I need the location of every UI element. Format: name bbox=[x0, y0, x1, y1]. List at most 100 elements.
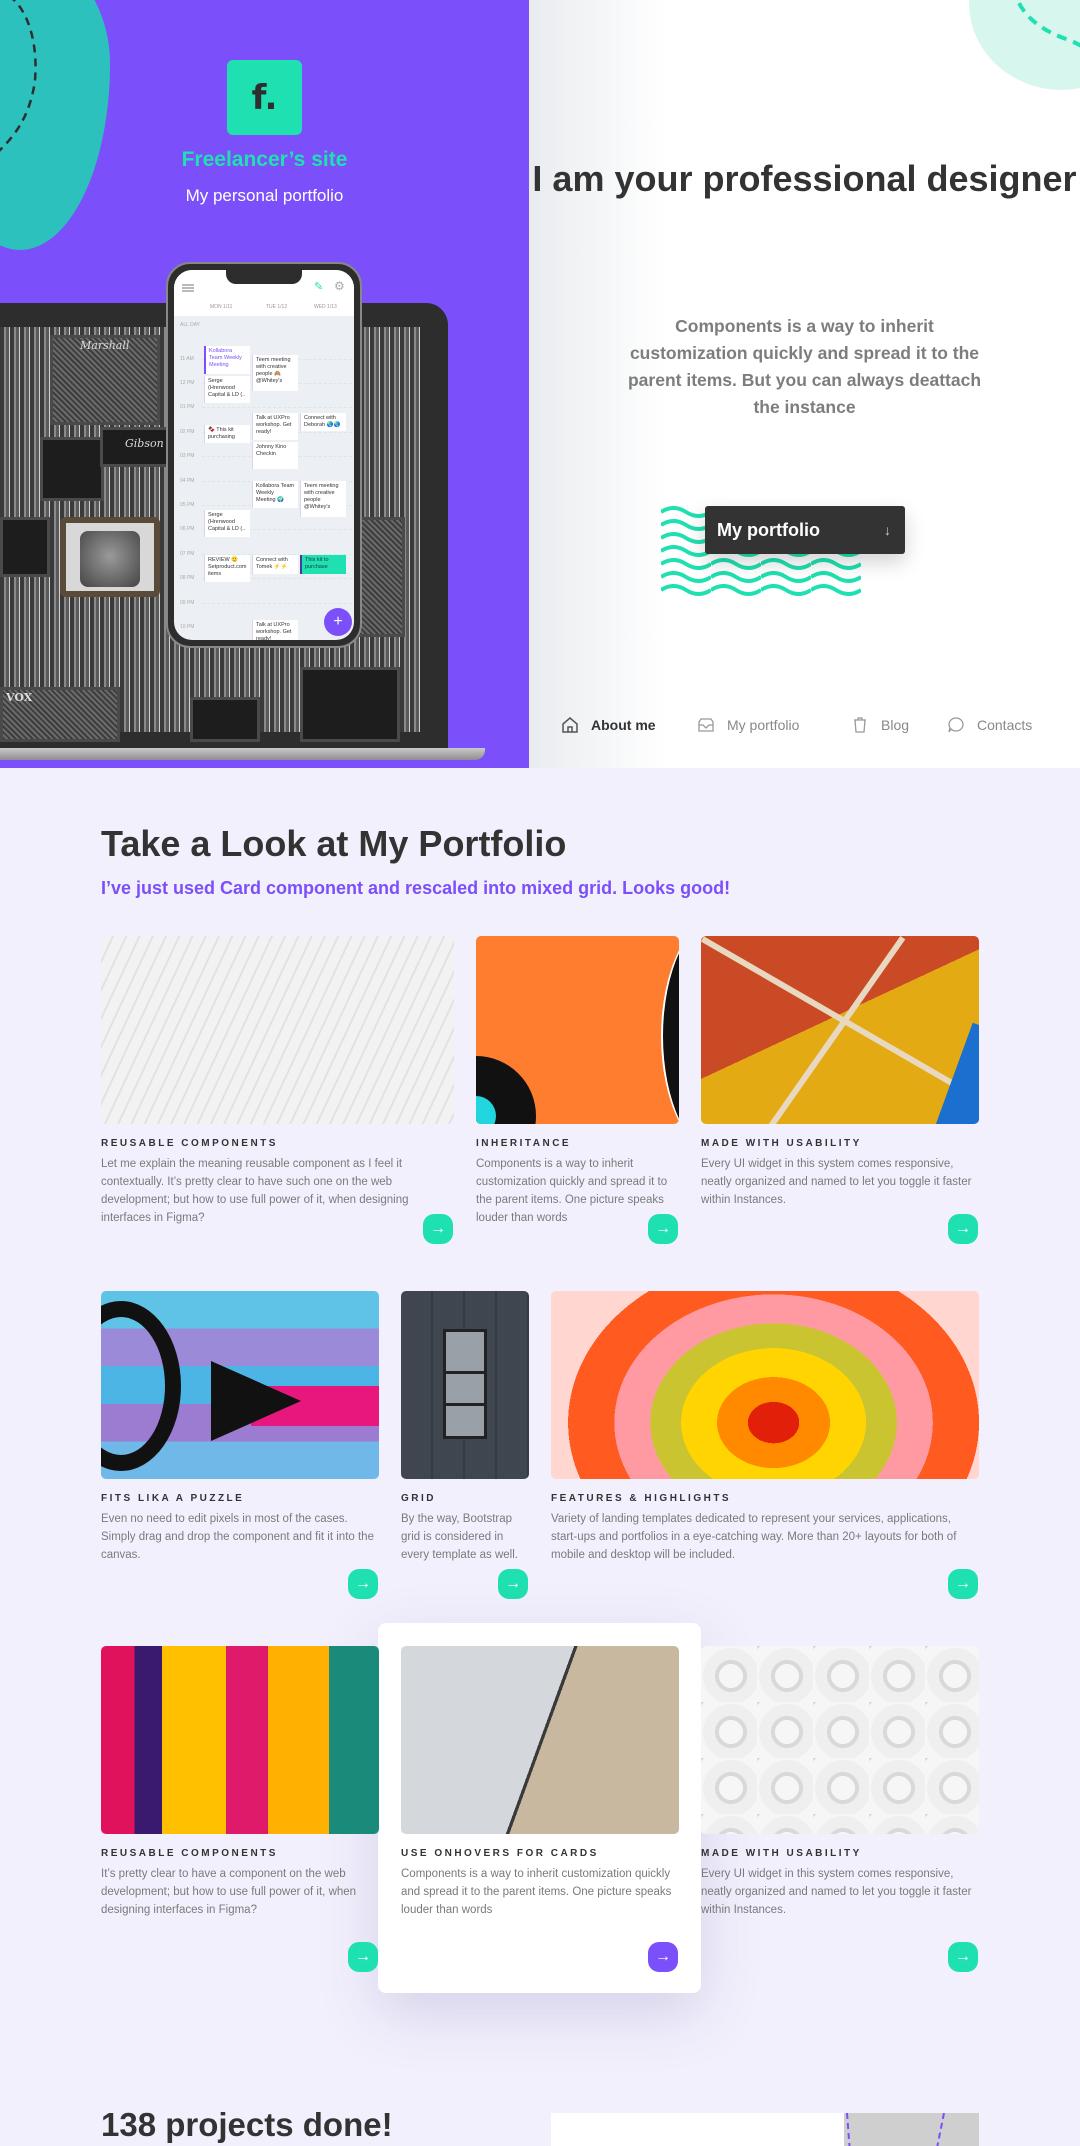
site-title: Freelancer’s site bbox=[181, 148, 348, 171]
hour-label: 03 PM bbox=[180, 453, 195, 459]
card-arrow-button[interactable]: → bbox=[948, 1942, 978, 1972]
nav-item-about-me[interactable]: About me bbox=[561, 716, 656, 734]
calendar-event[interactable]: Serge (Hrenwood Capital & LD (.. bbox=[204, 510, 250, 537]
card-title: USE ONHOVERS FOR CARDS bbox=[401, 1848, 599, 1859]
card-text: Every UI widget in this system comes res… bbox=[701, 1868, 972, 1916]
nav-label: Blog bbox=[881, 717, 910, 733]
card-title: REUSABLE COMPONENTS bbox=[101, 1848, 278, 1859]
hour-label: 09 PM bbox=[180, 600, 195, 606]
portfolio-section: Take a Look at My Portfolio I’ve just us… bbox=[0, 768, 1080, 2058]
card-image bbox=[476, 936, 679, 1124]
hour-label: 07 PM bbox=[180, 551, 195, 557]
card-arrow-button[interactable]: → bbox=[648, 1942, 678, 1972]
card-text: Let me explain the meaning reusable comp… bbox=[101, 1158, 409, 1224]
hour-label: 02 PM bbox=[180, 429, 195, 435]
card-title: FEATURES & HIGHLIGHTS bbox=[551, 1493, 732, 1504]
card-image bbox=[401, 1646, 679, 1834]
calendar-event[interactable]: Connect with Tomek ⚡⚡ bbox=[252, 555, 298, 574]
hero-headline: I am your professional designer bbox=[532, 158, 1077, 199]
card-arrow-button[interactable]: → bbox=[648, 1214, 678, 1244]
nav-label: About me bbox=[591, 717, 656, 733]
portfolio-card[interactable]: REUSABLE COMPONENTS Let me explain the m… bbox=[101, 936, 454, 1246]
my-portfolio-button[interactable]: My portfolio ↓ bbox=[705, 506, 905, 554]
portfolio-card[interactable]: FITS LIKA A PUZZLE Even no need to edit … bbox=[101, 1291, 379, 1601]
site-subtitle: My personal portfolio bbox=[185, 186, 344, 205]
section-title: Take a Look at My Portfolio bbox=[101, 823, 567, 864]
nav-item-blog[interactable]: Blog bbox=[851, 716, 909, 734]
card-text: Even no need to edit pixels in most of t… bbox=[101, 1513, 374, 1561]
card-arrow-button[interactable]: → bbox=[348, 1942, 378, 1972]
cta-label: My portfolio bbox=[717, 519, 820, 540]
hero-right-panel: I am your professional designer Componen… bbox=[529, 0, 1080, 768]
calendar-event[interactable]: Johnny Kino Checkin bbox=[252, 442, 298, 469]
hour-label: 04 PM bbox=[180, 478, 195, 484]
card-text: Components is a way to inherit customiza… bbox=[476, 1158, 668, 1224]
calendar-event-highlight[interactable]: This kit to purchase bbox=[300, 555, 346, 574]
add-event-button[interactable]: + bbox=[324, 608, 352, 636]
chat-icon bbox=[948, 717, 964, 733]
inbox-icon bbox=[698, 718, 714, 732]
calendar-event[interactable]: Teem meeting with creative people 🙈 @Whi… bbox=[252, 355, 298, 391]
card-title: MADE WITH USABILITY bbox=[701, 1138, 862, 1149]
portfolio-card[interactable]: INHERITANCE Components is a way to inher… bbox=[476, 936, 679, 1246]
card-arrow-button[interactable]: → bbox=[348, 1569, 378, 1599]
day-label: MON 1/11 bbox=[210, 304, 233, 310]
decorative-blob bbox=[0, 0, 110, 250]
calendar-event[interactable]: Serge (Hrenwood Capital & LD (.. bbox=[204, 376, 250, 403]
laptop-base bbox=[0, 748, 485, 760]
card-text: Components is a way to inherit customiza… bbox=[401, 1868, 672, 1916]
card-arrow-button[interactable]: → bbox=[948, 1214, 978, 1244]
calendar-event[interactable]: 🍫 This kit purchasing bbox=[204, 425, 250, 443]
nav-label: My portfolio bbox=[727, 717, 800, 733]
all-day-label: ALL DAY bbox=[180, 322, 201, 328]
day-label: TUE 1/12 bbox=[266, 304, 288, 310]
portfolio-card[interactable]: FEATURES & HIGHLIGHTS Variety of landing… bbox=[551, 1291, 979, 1601]
portfolio-card-hovered[interactable]: USE ONHOVERS FOR CARDS Components is a w… bbox=[401, 1646, 679, 1972]
logo[interactable]: f. bbox=[227, 60, 302, 135]
hour-label: 11 AM bbox=[180, 356, 194, 362]
pencil-icon[interactable]: ✎ bbox=[314, 280, 323, 293]
card-image bbox=[101, 1291, 379, 1479]
portfolio-card[interactable]: MADE WITH USABILITY Every UI widget in t… bbox=[701, 936, 979, 1246]
tv-image bbox=[60, 517, 160, 597]
portfolio-card[interactable]: GRID By the way, Bootstrap grid is consi… bbox=[401, 1291, 529, 1601]
section-subtitle: I’ve just used Card component and rescal… bbox=[101, 878, 731, 898]
calendar-event[interactable]: Talk at UXPro workshop. Get ready! bbox=[252, 620, 298, 640]
hour-label: 08 PM bbox=[180, 575, 195, 581]
card-arrow-button[interactable]: → bbox=[498, 1569, 528, 1599]
hero-description: Components is a way to inherit customiza… bbox=[627, 316, 982, 417]
card-title: MADE WITH USABILITY bbox=[701, 1848, 862, 1859]
calendar-event[interactable]: Connect with Deborah 🌏🌏 bbox=[300, 413, 346, 431]
card-image bbox=[701, 936, 979, 1124]
calendar-event[interactable]: Talk at UXPro workshop. Get ready! bbox=[252, 413, 298, 440]
card-image bbox=[101, 1646, 379, 1834]
calendar-event[interactable]: REVIEW 🙂 Setproduct.com items bbox=[204, 555, 250, 582]
phone-mockup: ✎ ⚙ MON 1/11 TUE 1/12 WED 1/13 ALL DAY 1… bbox=[166, 262, 362, 648]
day-label: WED 1/13 bbox=[314, 304, 337, 310]
calendar-event[interactable]: Kollabora Team Weekly Meeting 🌍 bbox=[252, 481, 298, 508]
card-image bbox=[101, 936, 454, 1124]
hamburger-menu-icon[interactable] bbox=[182, 284, 194, 292]
portfolio-card[interactable]: REUSABLE COMPONENTS It’s pretty clear to… bbox=[101, 1646, 379, 1972]
page: f. Freelancer’s site My personal portfol… bbox=[0, 0, 1080, 2146]
portfolio-card[interactable]: MADE WITH USABILITY Every UI widget in t… bbox=[701, 1646, 979, 1972]
hour-label: 06 PM bbox=[180, 526, 195, 532]
calendar-event[interactable]: Teem meeting with creative people @White… bbox=[300, 481, 346, 517]
nav-item-my-portfolio[interactable]: My portfolio bbox=[697, 716, 799, 734]
card-arrow-button[interactable]: → bbox=[948, 1569, 978, 1599]
card-image bbox=[701, 1646, 979, 1834]
calendar-event[interactable]: Kollabora Team Weekly Meeting bbox=[204, 346, 250, 374]
calendar-app-screen: ✎ ⚙ MON 1/11 TUE 1/12 WED 1/13 ALL DAY 1… bbox=[174, 270, 354, 640]
card-arrow-button[interactable]: → bbox=[423, 1214, 453, 1244]
phone-notch bbox=[226, 270, 302, 284]
gear-icon[interactable]: ⚙ bbox=[334, 279, 345, 293]
nav-item-contacts[interactable]: Contacts bbox=[947, 716, 1032, 734]
arrow-down-icon: ↓ bbox=[884, 522, 891, 538]
hour-label: 12 PM bbox=[180, 380, 195, 386]
card-text: Every UI widget in this system comes res… bbox=[701, 1158, 972, 1206]
card-title: GRID bbox=[401, 1493, 436, 1504]
stats-image bbox=[551, 2113, 979, 2146]
hero-left-panel: f. Freelancer’s site My personal portfol… bbox=[0, 0, 529, 768]
card-title: INHERITANCE bbox=[476, 1138, 572, 1149]
card-text: Variety of landing templates dedicated t… bbox=[551, 1513, 957, 1561]
